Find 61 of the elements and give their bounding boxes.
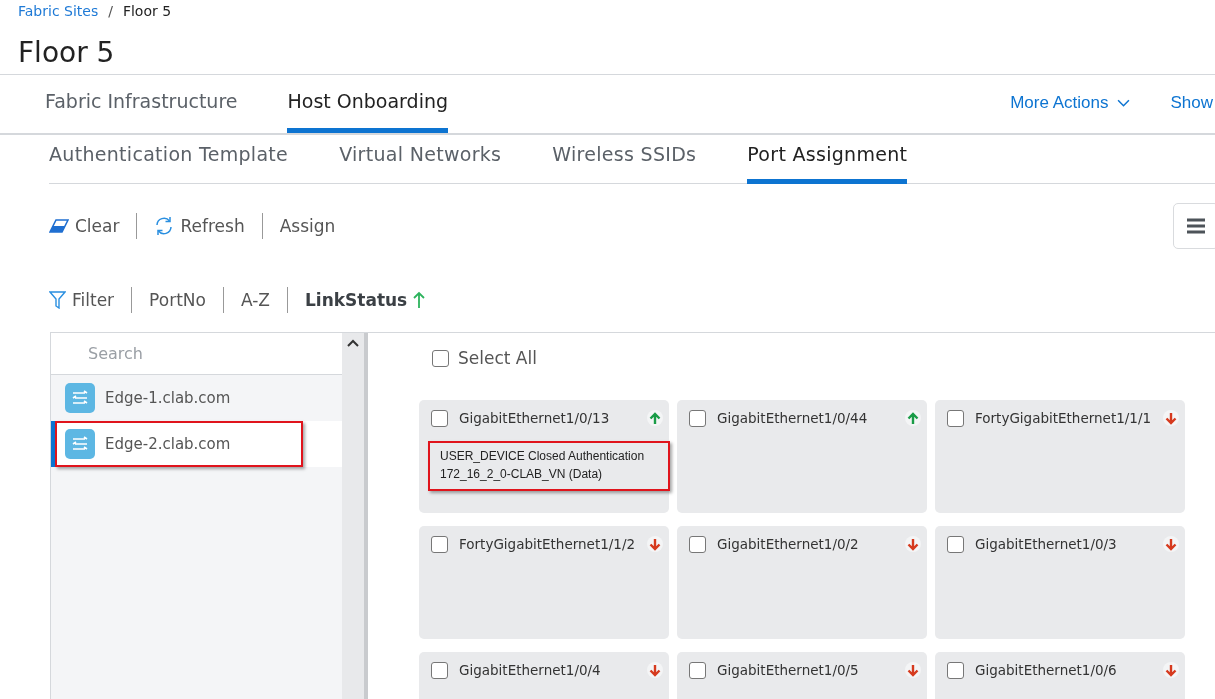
checkbox[interactable] xyxy=(431,535,448,553)
port-name: FortyGigabitEthernet1/1/1 xyxy=(975,410,1152,426)
port-card[interactable]: FortyGigabitEthernet1/1/1 xyxy=(935,400,1185,513)
device-list-item[interactable]: Edge-1.clab.com xyxy=(51,375,343,421)
port-name: GigabitEthernet1/0/2 xyxy=(717,536,859,552)
port-name: GigabitEthernet1/0/44 xyxy=(717,410,868,426)
menu-icon xyxy=(1187,218,1205,234)
toolbar-button[interactable]: Assign xyxy=(279,216,336,236)
device-list-item[interactable]: Edge-2.clab.com xyxy=(51,421,343,467)
checkbox[interactable] xyxy=(947,535,964,553)
port-name: GigabitEthernet1/0/3 xyxy=(975,536,1117,552)
scroll-up-icon[interactable] xyxy=(347,339,360,347)
port-name: GigabitEthernet1/0/5 xyxy=(717,662,859,678)
port-card[interactable]: GigabitEthernet1/0/2 xyxy=(677,526,927,639)
sort-button[interactable]: A-Z xyxy=(240,290,270,310)
subtab[interactable]: Virtual Networks xyxy=(339,135,502,184)
checkbox[interactable] xyxy=(947,661,964,679)
port-card[interactable]: GigabitEthernet1/0/44 xyxy=(677,400,927,513)
eraser-icon xyxy=(49,219,69,233)
breadcrumb-current: Floor 5 xyxy=(122,3,172,19)
filter-icon xyxy=(49,291,66,309)
port-name: GigabitEthernet1/0/13 xyxy=(459,410,610,426)
sort-button[interactable]: Filter xyxy=(49,290,115,310)
port-card[interactable]: GigabitEthernet1/0/5 xyxy=(677,652,927,699)
header-action-link[interactable]: Show xyxy=(1170,92,1213,114)
port-card[interactable]: GigabitEthernet1/0/4 xyxy=(419,652,669,699)
page-title: Floor 5 xyxy=(17,35,116,71)
sort-button[interactable]: PortNo xyxy=(149,290,206,310)
port-name: GigabitEthernet1/0/4 xyxy=(459,662,601,678)
port-name: GigabitEthernet1/0/6 xyxy=(975,662,1117,678)
port-assignment-text: USER_DEVICE Closed Authentication 172_16_2_0-CLAB_VN (Data) xyxy=(428,441,670,491)
toolbar-button[interactable]: Clear xyxy=(49,216,120,236)
tab[interactable]: Fabric Infrastructure xyxy=(45,75,238,133)
subtab[interactable]: Port Assignment xyxy=(747,135,908,184)
checkbox[interactable] xyxy=(431,661,448,679)
breadcrumb-link[interactable]: Fabric Sites xyxy=(18,3,99,19)
port-card[interactable]: FortyGigabitEthernet1/1/2 xyxy=(419,526,669,639)
menu-button[interactable] xyxy=(1173,203,1215,249)
port-card[interactable]: GigabitEthernet1/0/13 USER_DEVICE Closed Authentication 172_16_2_0-CLAB_VN (Data) xyxy=(419,400,669,513)
breadcrumb-separator: / xyxy=(108,3,113,19)
port-name: FortyGigabitEthernet1/1/2 xyxy=(459,536,636,552)
sort-button[interactable]: LinkStatus xyxy=(305,290,426,310)
refresh-icon xyxy=(154,216,175,236)
checkbox[interactable] xyxy=(947,409,964,427)
select-all-checkbox[interactable]: Select All xyxy=(419,333,1215,383)
header-action-link[interactable]: More Actions xyxy=(1010,92,1131,114)
search-field[interactable]: Search xyxy=(51,333,343,375)
subtab[interactable]: Authentication Template xyxy=(49,135,289,184)
arrow-up-icon xyxy=(413,291,426,309)
checkbox[interactable] xyxy=(431,409,448,427)
port-card[interactable]: GigabitEthernet1/0/6 xyxy=(935,652,1185,699)
port-card[interactable]: GigabitEthernet1/0/3 xyxy=(935,526,1185,639)
toolbar-button[interactable]: Refresh xyxy=(154,216,245,236)
subtab[interactable]: Wireless SSIDs xyxy=(552,135,697,184)
checkbox[interactable] xyxy=(689,535,706,553)
checkbox[interactable] xyxy=(689,409,706,427)
chevron-down-icon xyxy=(1117,98,1131,108)
checkbox[interactable] xyxy=(689,661,706,679)
tab[interactable]: Host Onboarding xyxy=(287,75,449,133)
switch-icon xyxy=(65,429,95,459)
switch-icon xyxy=(65,383,95,413)
